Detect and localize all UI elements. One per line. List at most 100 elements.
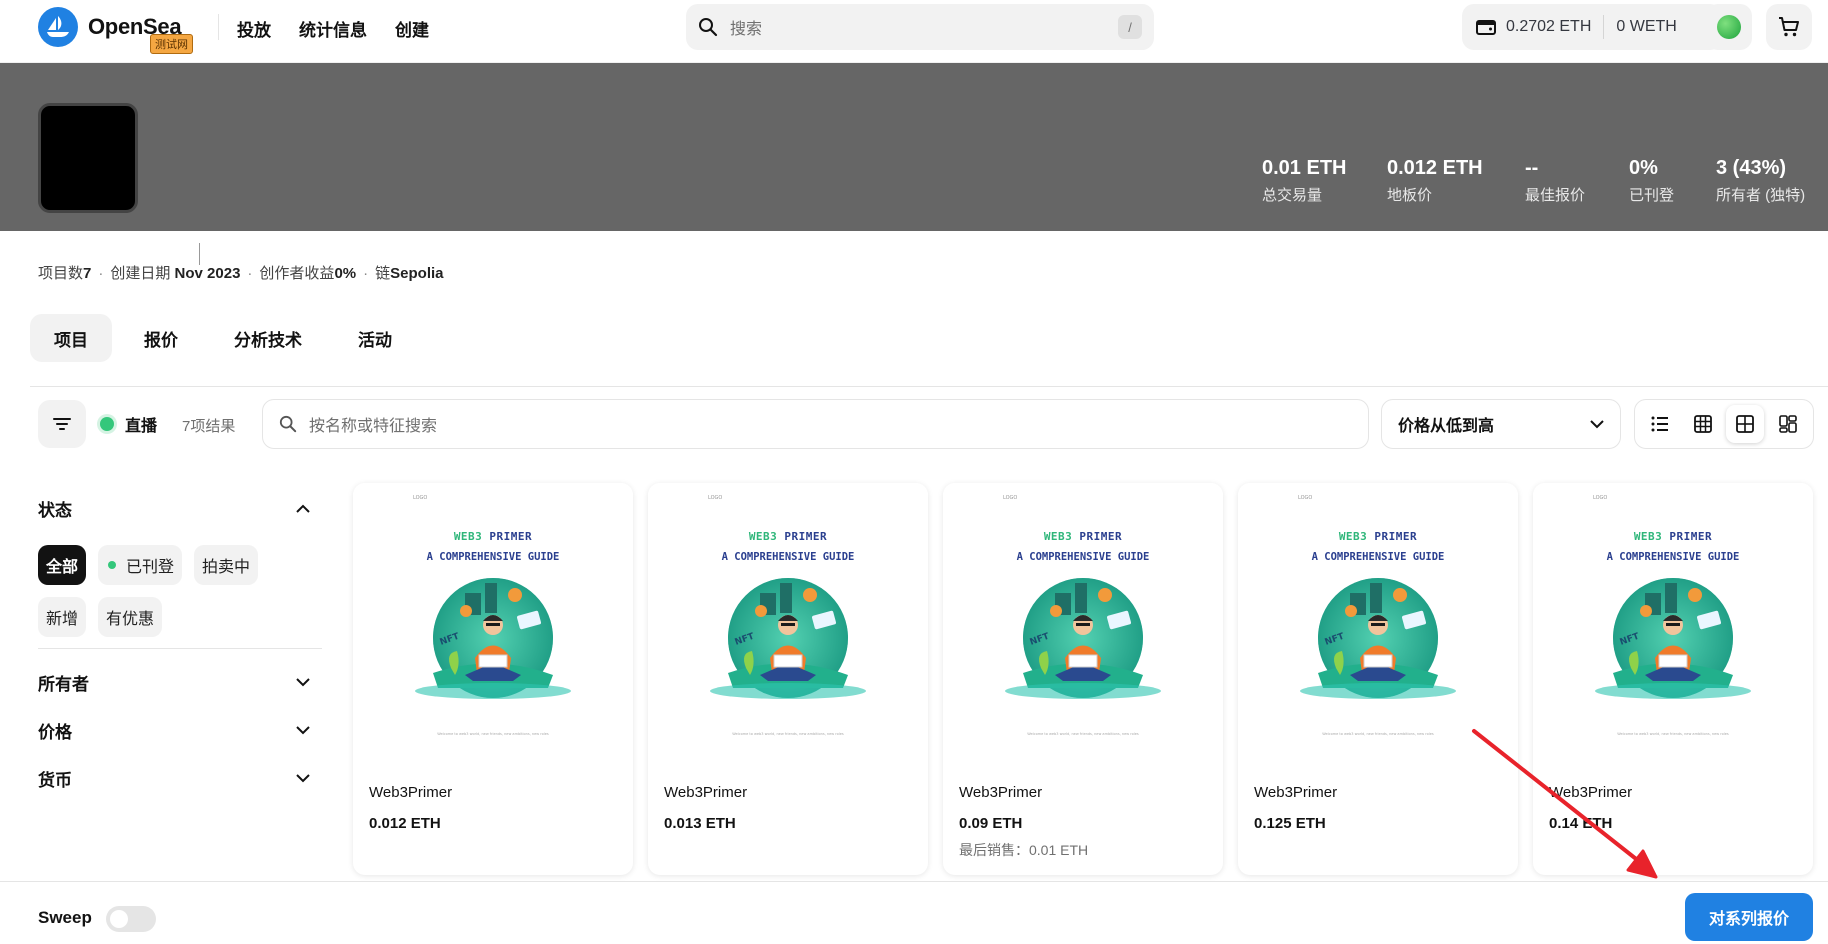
status-title: 状态 — [38, 501, 72, 520]
status-filter-header[interactable]: 状态 — [38, 496, 310, 521]
stat-label: 所有者 (独特) — [1716, 187, 1806, 204]
tab-activity[interactable]: 活动 — [334, 314, 416, 362]
small-grid-view-button[interactable] — [1684, 405, 1722, 443]
svg-text:A COMPREHENSIVE GUIDE: A COMPREHENSIVE GUIDE — [427, 551, 560, 563]
make-collection-offer-button[interactable]: 对系列报价 — [1685, 893, 1813, 941]
svg-text:WEB3 PRIMER: WEB3 PRIMER — [1044, 530, 1122, 543]
chip-on-auction[interactable]: 拍卖中 — [194, 545, 259, 585]
filter-toggle-button[interactable] — [38, 400, 86, 448]
book-cover-illustration: LOGO WEB3 PRIMER A COMPREHENSIVE GUIDE N… — [1003, 495, 1161, 736]
trait-search-placeholder: 按名称或特征搜索 — [309, 418, 438, 435]
stat-value: -- — [1525, 157, 1539, 179]
owner-title: 所有者 — [38, 675, 89, 694]
info-dot: · — [247, 265, 253, 282]
stat-floor-price: 0.012 ETH 地板价 — [1387, 157, 1483, 205]
currency-filter-header[interactable]: 货币 — [38, 766, 310, 791]
svg-text:LOGO: LOGO — [1593, 495, 1607, 501]
svg-text:A COMPREHENSIVE GUIDE: A COMPREHENSIVE GUIDE — [1312, 551, 1445, 563]
tab-items[interactable]: 项目 — [30, 314, 112, 362]
nft-card[interactable]: LOGO WEB3 PRIMER A COMPREHENSIVE GUIDE N… — [648, 483, 928, 875]
chip-listed-label: 已刊登 — [126, 559, 175, 576]
sweep-toggle[interactable] — [106, 906, 156, 932]
nav-link-stats[interactable]: 统计信息 — [299, 16, 367, 41]
live-dot — [100, 417, 114, 431]
stat-value: 0% — [1629, 157, 1658, 179]
nft-card[interactable]: LOGO WEB3 PRIMER A COMPREHENSIVE GUIDE N… — [1238, 483, 1518, 875]
listed-dot — [108, 561, 117, 569]
info-dot: · — [98, 265, 104, 282]
tabs-divider — [30, 386, 1828, 387]
sort-dropdown[interactable]: 价格从低到高 — [1381, 399, 1621, 449]
owner-filter-header[interactable]: 所有者 — [38, 670, 310, 695]
list-view-button[interactable] — [1641, 405, 1679, 443]
result-count: 7项结果 — [182, 418, 236, 435]
collection-image — [38, 103, 138, 213]
chevron-down-icon — [296, 726, 310, 735]
royalty-label: 创作者收益 — [259, 265, 335, 282]
nav-link-create[interactable]: 创建 — [395, 16, 429, 41]
top-navigation: OpenSea 测试网 投放 统计信息 创建 搜索 / 0.2702 ETH 0… — [0, 0, 1828, 63]
book-cover-illustration: LOGO WEB3 PRIMER A COMPREHENSIVE GUIDE N… — [708, 495, 866, 736]
royalty-value: 0% — [334, 265, 357, 282]
chip-listed[interactable]: 已刊登 — [98, 545, 183, 585]
items-value: 7 — [83, 265, 92, 282]
stat-owners: 3 (43%) 所有者 (独特) — [1716, 157, 1805, 205]
live-label: 直播 — [125, 418, 158, 435]
chip-has-offers[interactable]: 有优惠 — [98, 597, 163, 637]
view-mode-group — [1634, 399, 1814, 449]
wallet-balance[interactable]: 0.2702 ETH 0 WETH — [1462, 4, 1722, 50]
ship-icon — [38, 7, 78, 47]
avatar — [1717, 15, 1741, 39]
svg-text:A COMPREHENSIVE GUIDE: A COMPREHENSIVE GUIDE — [1607, 551, 1740, 563]
collection-banner: Web3Primer ··· — [0, 63, 1828, 267]
svg-text:Welcome to web3 world, new fri: Welcome to web3 world, new friends, new … — [732, 732, 844, 736]
svg-text:WEB3 PRIMER: WEB3 PRIMER — [454, 530, 532, 543]
price-filter-header[interactable]: 价格 — [38, 718, 310, 743]
filter-icon — [53, 418, 71, 430]
items-label: 项目数 — [38, 265, 84, 282]
bottom-action-bar — [0, 881, 1828, 944]
svg-text:LOGO: LOGO — [413, 495, 427, 501]
nft-image: LOGO WEB3 PRIMER A COMPREHENSIVE GUIDE N… — [1533, 483, 1813, 763]
nft-last-sale: 最后销售：0.01 ETH — [959, 842, 1089, 858]
nft-card[interactable]: LOGO WEB3 PRIMER A COMPREHENSIVE GUIDE N… — [943, 483, 1223, 875]
nft-card[interactable]: LOGO WEB3 PRIMER A COMPREHENSIVE GUIDE N… — [353, 483, 633, 875]
live-indicator[interactable]: 直播 — [100, 412, 157, 436]
large-grid-view-button[interactable] — [1726, 405, 1765, 443]
nft-card[interactable]: LOGO WEB3 PRIMER A COMPREHENSIVE GUIDE N… — [1533, 483, 1813, 875]
chevron-down-icon — [1590, 419, 1604, 428]
global-search-input[interactable]: 搜索 / — [686, 4, 1154, 50]
nft-image: LOGO WEB3 PRIMER A COMPREHENSIVE GUIDE N… — [943, 483, 1223, 763]
search-shortcut-key: / — [1118, 15, 1142, 39]
cart-button[interactable] — [1766, 4, 1812, 50]
profile-button[interactable] — [1706, 4, 1752, 50]
sidebar-divider — [38, 648, 322, 649]
chip-all[interactable]: 全部 — [38, 545, 87, 585]
chip-new[interactable]: 新增 — [38, 597, 87, 637]
nft-price: 0.14 ETH — [1549, 815, 1613, 832]
svg-text:Welcome to web3 world, new fri: Welcome to web3 world, new friends, new … — [437, 732, 549, 736]
tab-offers[interactable]: 报价 — [120, 314, 202, 362]
stat-value: 0.01 ETH — [1262, 157, 1347, 179]
nft-name: Web3Primer — [1549, 784, 1633, 801]
sort-value: 价格从低到高 — [1398, 418, 1495, 435]
svg-text:A COMPREHENSIVE GUIDE: A COMPREHENSIVE GUIDE — [1017, 551, 1150, 563]
nft-price: 0.013 ETH — [664, 815, 736, 832]
nav-divider — [218, 14, 219, 40]
more-options-button[interactable]: ··· — [216, 237, 241, 263]
nft-name: Web3Primer — [959, 784, 1043, 801]
nft-price: 0.125 ETH — [1254, 815, 1326, 832]
info-dot: · — [363, 265, 369, 282]
svg-text:WEB3 PRIMER: WEB3 PRIMER — [1634, 530, 1712, 543]
stat-label: 总交易量 — [1262, 187, 1323, 204]
created-label: 创建日期 — [110, 265, 171, 282]
collection-tabs: 项目 报价 分析技术 活动 — [30, 314, 416, 362]
masonry-view-button[interactable] — [1769, 405, 1807, 443]
large-grid-icon — [1736, 415, 1755, 433]
trait-search-input[interactable]: 按名称或特征搜索 — [262, 399, 1369, 449]
svg-text:WEB3 PRIMER: WEB3 PRIMER — [1339, 530, 1417, 543]
book-cover-illustration: LOGO WEB3 PRIMER A COMPREHENSIVE GUIDE N… — [1593, 495, 1751, 736]
tab-analytics[interactable]: 分析技术 — [210, 314, 326, 362]
masonry-icon — [1778, 415, 1797, 433]
nav-link-drops[interactable]: 投放 — [237, 16, 271, 41]
